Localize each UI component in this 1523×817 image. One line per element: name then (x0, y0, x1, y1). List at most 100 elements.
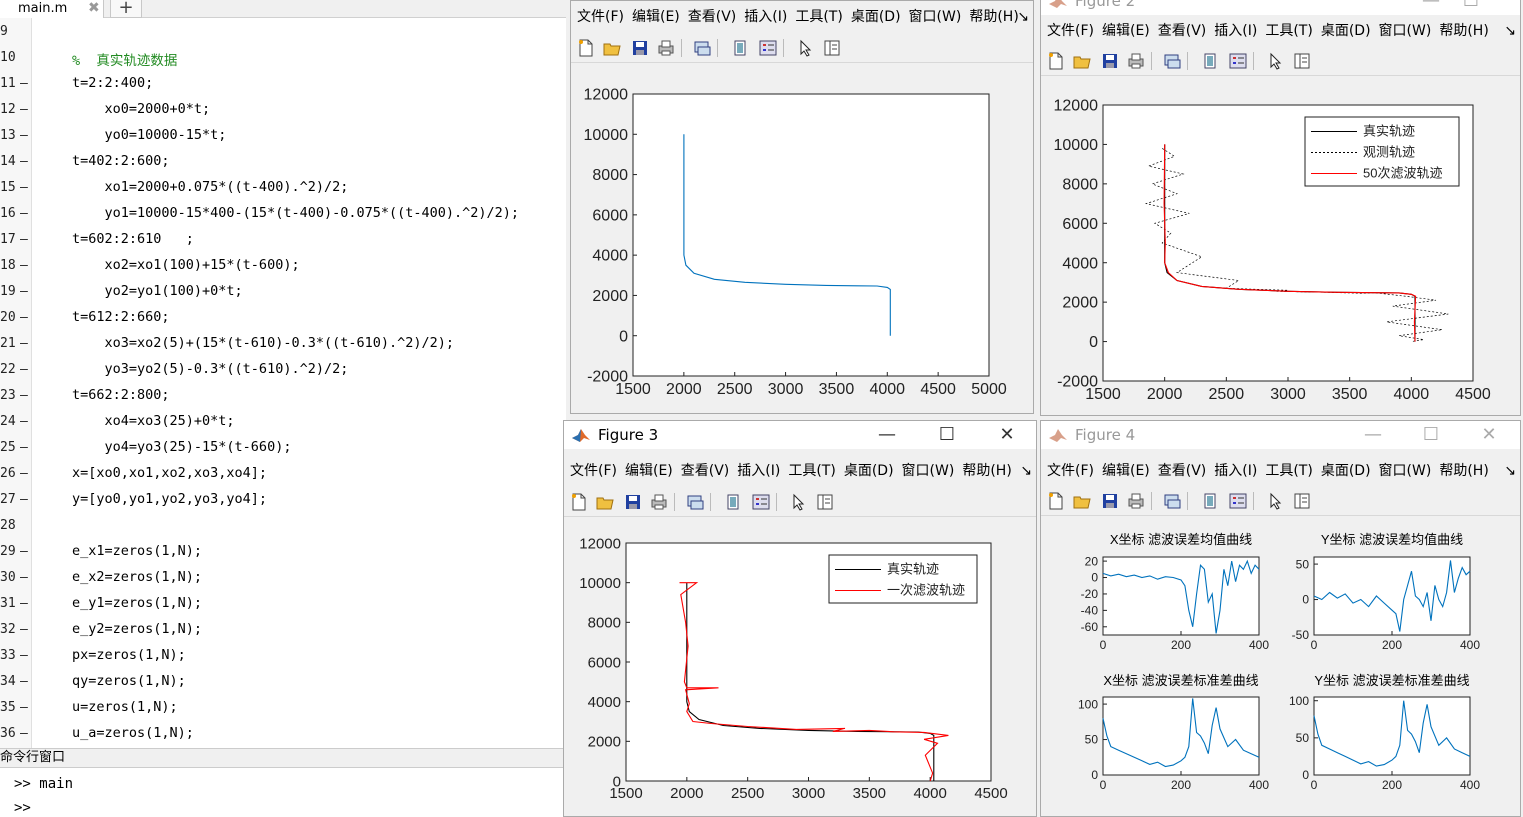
menu-item-4[interactable]: 工具(T) (795, 9, 842, 25)
menu-overflow-icon[interactable]: ↘ (1020, 459, 1032, 483)
code-line[interactable]: qy=zeros(1,N); (72, 673, 186, 689)
colorbar-icon[interactable] (1201, 52, 1219, 70)
code-line[interactable]: yo4=yo3(25)-15*(t-660); (72, 439, 292, 455)
property-editor-icon[interactable] (823, 39, 841, 57)
figure-2-plot[interactable]: 1500 2000 2500 3000 3500 4000 4500-20000200040… (1041, 77, 1521, 416)
menu-overflow-icon[interactable]: ↘ (1504, 19, 1516, 43)
code-line[interactable]: yo0=10000-15*t; (72, 127, 227, 143)
code-line[interactable]: xo0=2000+0*t; (72, 101, 211, 117)
breakpoint-dash[interactable]: — (20, 310, 28, 325)
save-icon[interactable] (1101, 52, 1119, 70)
code-line[interactable]: yo1=10000-15*400-(15*(t-400)-0.075*((t-4… (72, 205, 520, 221)
open-file-icon[interactable] (1073, 52, 1091, 70)
print-icon[interactable] (657, 39, 675, 57)
open-file-icon[interactable] (1073, 492, 1091, 510)
menu-item-0[interactable]: 文件(F) (1047, 23, 1094, 39)
code-line[interactable]: e_y1=zeros(1,N); (72, 595, 202, 611)
minimize-button[interactable]: — (867, 421, 907, 449)
new-figure-icon[interactable] (1047, 52, 1065, 70)
breakpoint-dash[interactable]: — (20, 362, 28, 377)
save-icon[interactable] (631, 39, 649, 57)
code-line[interactable]: px=zeros(1,N); (72, 647, 186, 663)
menu-item-1[interactable]: 编辑(E) (1102, 463, 1150, 479)
breakpoint-dash[interactable]: — (20, 726, 28, 741)
code-line[interactable]: yo3=yo2(5)-0.3*((t-610).^2)/2; (72, 361, 349, 377)
legend-icon[interactable] (752, 493, 770, 511)
new-figure-icon[interactable] (570, 493, 588, 511)
code-line[interactable]: yo2=yo1(100)+0*t; (72, 283, 243, 299)
minimize-button[interactable]: — (1411, 0, 1451, 15)
code-line[interactable]: t=602:2:610 ; (72, 231, 194, 247)
breakpoint-dash[interactable]: — (20, 466, 28, 481)
breakpoint-dash[interactable]: — (20, 700, 28, 715)
colorbar-icon[interactable] (1201, 492, 1219, 510)
code-line[interactable]: t=612:2:660; (72, 309, 170, 325)
figure-4-window[interactable]: Figure 4 — ☐ ✕ 文件(F) 编辑(E) 查看(V) 插入(I) 工具(T)… (1040, 420, 1521, 817)
code-line[interactable]: e_x1=zeros(1,N); (72, 543, 202, 559)
figure-3-titlebar[interactable]: Figure 3 — ☐ ✕ (564, 421, 1036, 449)
legend-icon[interactable] (1229, 52, 1247, 70)
breakpoint-dash[interactable]: — (20, 674, 28, 689)
link-icon[interactable] (1163, 492, 1181, 510)
save-icon[interactable] (624, 493, 642, 511)
menu-item-3[interactable]: 插入(I) (1214, 463, 1257, 479)
legend-icon[interactable] (1229, 492, 1247, 510)
breakpoint-dash[interactable]: — (20, 102, 28, 117)
pointer-icon[interactable] (1267, 52, 1285, 70)
breakpoint-dash[interactable]: — (20, 128, 28, 143)
menu-item-2[interactable]: 查看(V) (681, 463, 730, 479)
code-line[interactable]: u=zeros(1,N); (72, 699, 178, 715)
minimize-button[interactable]: — (1353, 421, 1393, 449)
property-editor-icon[interactable] (816, 493, 834, 511)
menu-item-0[interactable]: 文件(F) (570, 463, 617, 479)
code-line[interactable]: t=662:2:800; (72, 387, 170, 403)
legend-icon[interactable] (759, 39, 777, 57)
pointer-icon[interactable] (790, 493, 808, 511)
menu-item-7[interactable]: 帮助(H) (1439, 463, 1488, 479)
colorbar-icon[interactable] (724, 493, 742, 511)
maximize-button[interactable]: ☐ (1451, 0, 1491, 15)
figure-1-plot[interactable]: 1500 2000 2500 3000 3500 4000 4500 5000-2000020… (571, 64, 1034, 414)
menu-item-4[interactable]: 工具(T) (788, 463, 835, 479)
pointer-icon[interactable] (797, 39, 815, 57)
menu-item-6[interactable]: 窗口(W) (1379, 23, 1432, 39)
code-line[interactable]: t=402:2:600; (72, 153, 170, 169)
menu-item-5[interactable]: 桌面(D) (844, 463, 894, 479)
print-icon[interactable] (650, 493, 668, 511)
print-icon[interactable] (1127, 52, 1145, 70)
menu-item-2[interactable]: 查看(V) (1158, 463, 1207, 479)
property-editor-icon[interactable] (1293, 52, 1311, 70)
menu-item-1[interactable]: 编辑(E) (632, 9, 680, 25)
property-editor-icon[interactable] (1293, 492, 1311, 510)
print-icon[interactable] (1127, 492, 1145, 510)
menu-item-1[interactable]: 编辑(E) (1102, 23, 1150, 39)
menu-item-3[interactable]: 插入(I) (737, 463, 780, 479)
breakpoint-dash[interactable]: — (20, 492, 28, 507)
tab-close-icon[interactable]: ✖ (88, 0, 100, 16)
new-figure-icon[interactable] (577, 39, 595, 57)
breakpoint-dash[interactable]: — (20, 180, 28, 195)
colorbar-icon[interactable] (731, 39, 749, 57)
code-line[interactable]: xo2=xo1(100)+15*(t-600); (72, 257, 300, 273)
new-figure-icon[interactable] (1047, 492, 1065, 510)
menu-item-2[interactable]: 查看(V) (1158, 23, 1207, 39)
breakpoint-dash[interactable]: — (20, 544, 28, 559)
menu-item-7[interactable]: 帮助(H) (969, 9, 1018, 25)
code-line[interactable]: e_x2=zeros(1,N); (72, 569, 202, 585)
code-line[interactable]: xo3=xo2(5)+(15*(t-610)-0.3*((t-610).^2)/… (72, 335, 455, 351)
menu-item-4[interactable]: 工具(T) (1265, 23, 1312, 39)
code-line[interactable]: xo4=xo3(25)+0*t; (72, 413, 235, 429)
close-button[interactable]: ✕ (1469, 421, 1509, 449)
code-line[interactable]: u_a=zeros(1,N); (72, 725, 194, 741)
breakpoint-dash[interactable]: — (20, 76, 28, 91)
maximize-button[interactable]: ☐ (927, 421, 967, 449)
menu-item-6[interactable]: 窗口(W) (909, 9, 962, 25)
breakpoint-dash[interactable]: — (20, 232, 28, 247)
figure-4-titlebar[interactable]: Figure 4 — ☐ ✕ (1041, 421, 1520, 449)
menu-item-4[interactable]: 工具(T) (1265, 463, 1312, 479)
link-icon[interactable] (1163, 52, 1181, 70)
menu-item-0[interactable]: 文件(F) (577, 9, 624, 25)
code-line[interactable]: y=[yo0,yo1,yo2,yo3,yo4]; (72, 491, 267, 507)
breakpoint-dash[interactable]: — (20, 154, 28, 169)
command-line-2[interactable]: >> (14, 800, 31, 816)
